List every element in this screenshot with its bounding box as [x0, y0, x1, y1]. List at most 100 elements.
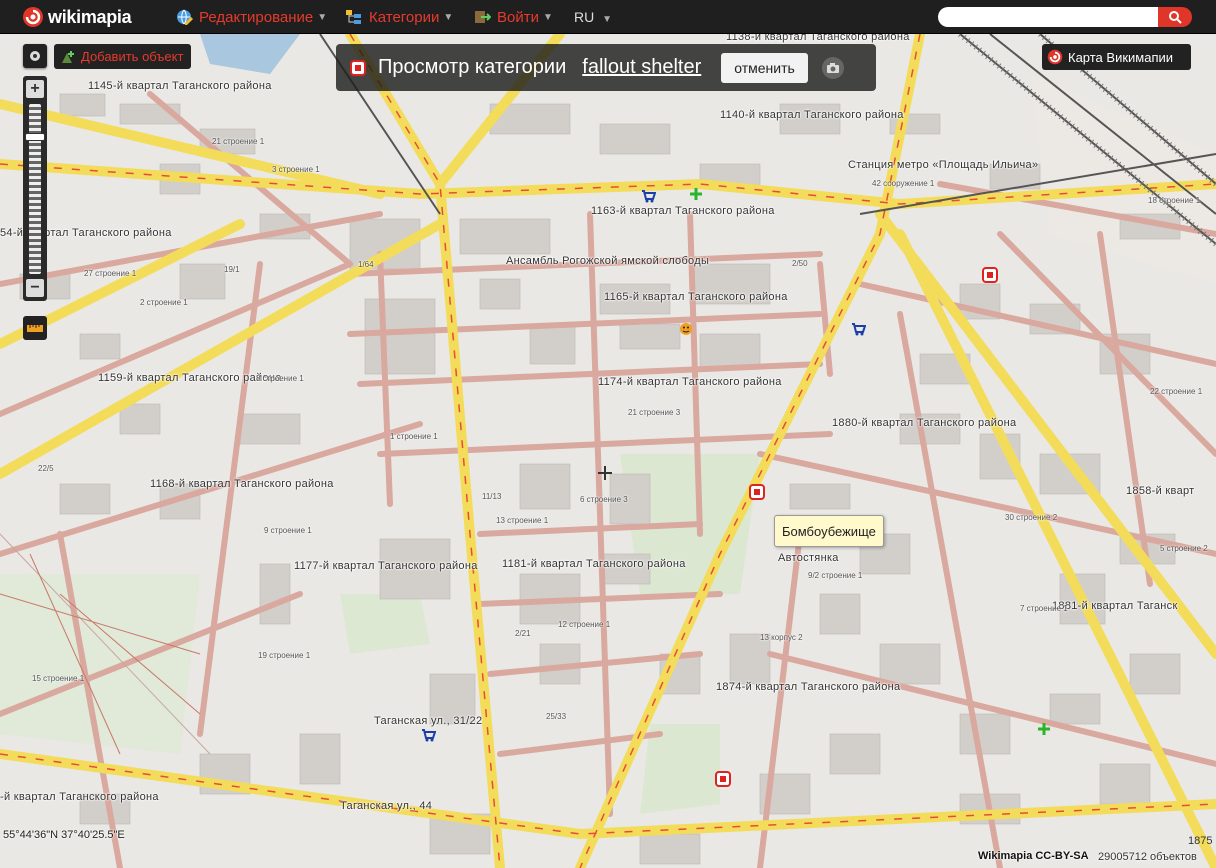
place-label[interactable]: 1138-й квартал Таганского района: [726, 34, 910, 43]
place-label[interactable]: Таганская ул., 31/22: [374, 715, 482, 727]
zoom-control: + −: [23, 76, 47, 301]
map-canvas[interactable]: 1138-й квартал Таганского района 1145-й …: [0, 34, 1216, 868]
wikimapia-logo[interactable]: wikimapia: [22, 5, 132, 29]
shop-cart-icon[interactable]: [850, 321, 866, 337]
add-object-button[interactable]: Добавить объект: [54, 44, 192, 69]
place-label[interactable]: 1181-й квартал Таганского района: [502, 558, 686, 570]
building-label: 3 строение 1: [272, 165, 320, 174]
add-object-icon: [62, 50, 74, 63]
fallout-shelter-marker[interactable]: [982, 267, 998, 283]
chevron-down-icon: ▼: [602, 14, 613, 25]
place-label[interactable]: 1165-й квартал Таганского района: [604, 291, 788, 303]
building-label: 13 корпус 2: [760, 633, 803, 642]
building-label: 22/5: [38, 464, 54, 473]
wikimapia-logo-icon: [23, 7, 43, 27]
menu-categories[interactable]: Категории ▼: [345, 8, 453, 26]
wikimapia-logo-icon: [1047, 49, 1063, 65]
shop-cart-icon[interactable]: [420, 727, 436, 743]
zoom-out-button[interactable]: −: [26, 279, 44, 297]
place-label[interactable]: Ансамбль Рогожской ямской слободы: [506, 255, 709, 267]
camera-button[interactable]: [821, 56, 844, 79]
category-view-bar: Просмотр категории fallout shelter отмен…: [336, 44, 876, 91]
building-label: 11/13: [482, 492, 502, 501]
menu-login[interactable]: Войти ▼: [473, 8, 553, 26]
pharmacy-plus-icon[interactable]: [688, 186, 704, 202]
search-button[interactable]: [1158, 7, 1192, 27]
language-selector[interactable]: RU ▼: [574, 9, 612, 25]
place-label[interactable]: 1858-й кварт: [1126, 485, 1195, 497]
scale-number: 1875: [1188, 835, 1213, 847]
login-icon: [475, 11, 491, 23]
building-label: 13 строение 1: [496, 516, 549, 525]
globe-edit-icon: [177, 9, 193, 25]
pharmacy-plus-icon[interactable]: [1036, 721, 1052, 737]
chevron-down-icon: ▼: [542, 11, 553, 23]
building-label: 19/1: [224, 265, 240, 274]
building-label: 9 строение 1: [264, 526, 312, 535]
place-label[interactable]: 1163-й квартал Таганского района: [591, 205, 775, 217]
place-label[interactable]: Станция метро «Площадь Ильича»: [848, 159, 1038, 171]
search-icon: [1169, 11, 1182, 24]
menu-edit[interactable]: Редактирование ▼: [175, 8, 327, 26]
logo-text: wikimapia: [48, 6, 132, 27]
menu-edit-label: Редактирование: [199, 8, 314, 26]
building-label: 21 строение 1: [212, 137, 265, 146]
menu-categories-label: Категории: [369, 8, 440, 26]
place-label[interactable]: 1177-й квартал Таганского района: [294, 560, 478, 572]
place-label[interactable]: 1145-й квартал Таганского района: [88, 80, 272, 92]
top-bar: wikimapia Редактирование ▼ Категории ▼ В…: [0, 0, 1216, 34]
zoom-slider-track[interactable]: [29, 104, 41, 274]
building-label: 2/21: [515, 629, 531, 638]
ruler-icon: [27, 325, 43, 332]
license-credit[interactable]: Wikimapia CC-BY-SA: [978, 850, 1089, 862]
search-input[interactable]: [938, 7, 1160, 27]
building-label: 1 строение 1: [390, 432, 438, 441]
place-label[interactable]: -й квартал Таганского района: [0, 791, 159, 803]
cancel-button[interactable]: отменить: [721, 52, 808, 83]
place-label[interactable]: 1140-й квартал Таганского района: [720, 109, 904, 121]
building-label: 2 строение 1: [140, 298, 188, 307]
add-object-label: Добавить объект: [81, 49, 184, 64]
fallout-shelter-marker[interactable]: [715, 771, 731, 787]
coordinates-readout: 55°44'36"N 37°40'25.5"E: [3, 829, 125, 841]
chevron-down-icon: ▼: [317, 11, 328, 23]
wikimapia-map-button[interactable]: Карта Викимапии: [1042, 44, 1191, 70]
building-label: 12 строение 1: [558, 620, 611, 629]
building-label: 15 строение 1: [32, 674, 85, 683]
building-label: 27 строение 1: [84, 269, 137, 278]
place-label[interactable]: 1174-й квартал Таганского района: [598, 376, 782, 388]
place-label[interactable]: 1159-й квартал Таганского района: [98, 372, 282, 384]
building-label: 22 строение 1: [1150, 387, 1203, 396]
building-label: 21 строение 3: [628, 408, 681, 417]
zoom-slider-thumb[interactable]: [25, 133, 45, 142]
building-label: 7 строение 1: [1020, 604, 1068, 613]
smiley-icon[interactable]: [678, 321, 694, 337]
object-count: 29005712 объектов: [1098, 851, 1197, 863]
place-label[interactable]: 1880-й квартал Таганского района: [832, 417, 1016, 429]
camera-icon: [826, 62, 839, 73]
building-label: 18 строение 1: [1148, 196, 1201, 205]
building-label: 30 строение 2: [1005, 513, 1058, 522]
building-label: 1/64: [358, 260, 374, 269]
building-label: 25/33: [546, 712, 567, 721]
building-label: 5 строение 2: [1160, 544, 1208, 553]
shop-cart-icon[interactable]: [640, 188, 656, 204]
ruler-button[interactable]: [23, 316, 47, 340]
map-tooltip: Бомбоубежище: [774, 515, 884, 547]
place-label[interactable]: 1874-й квартал Таганского района: [716, 681, 900, 693]
locate-button[interactable]: [23, 44, 47, 68]
building-label: 9/2 строение 1: [808, 571, 863, 580]
category-name-link[interactable]: fallout shelter: [582, 56, 701, 79]
category-view-label: Просмотр категории: [378, 56, 567, 78]
language-label: RU: [574, 9, 595, 25]
place-label[interactable]: Таганская ул., 44: [340, 800, 432, 812]
categories-tree-icon: [346, 10, 361, 24]
building-label: 6 строение 3: [580, 495, 628, 504]
place-label[interactable]: Автостянка: [778, 552, 839, 564]
zoom-in-button[interactable]: +: [26, 80, 44, 98]
chevron-down-icon: ▼: [443, 11, 454, 23]
menu-login-label: Войти: [497, 8, 539, 26]
fallout-shelter-marker[interactable]: [749, 484, 765, 500]
place-label[interactable]: 1881-й квартал Таганск: [1052, 600, 1178, 612]
place-label[interactable]: 1168-й квартал Таганского района: [150, 478, 334, 490]
